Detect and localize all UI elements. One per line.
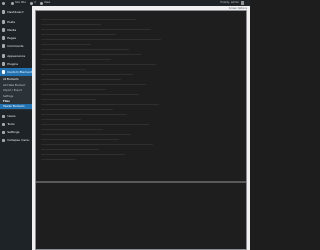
menu-label: Posts	[7, 19, 16, 24]
page-icon	[2, 36, 6, 40]
wrench-icon	[2, 122, 6, 127]
collapse-icon	[2, 138, 6, 143]
menu-item-dashboard[interactable]: Dashboard	[0, 8, 32, 16]
code-icon	[2, 70, 6, 74]
menu-label: Settings	[7, 129, 20, 134]
menu-item-posts[interactable]: Posts	[0, 18, 32, 26]
menu-label: Tools	[7, 121, 15, 126]
submenu-item-highlight[interactable]: Header Elements	[0, 103, 32, 110]
admin-sidebar: Dashboard Posts Media Pages Comments App…	[0, 6, 34, 250]
code-line	[41, 157, 241, 162]
home-icon	[10, 1, 14, 5]
code-editor[interactable]	[35, 10, 247, 250]
new-label: New	[44, 0, 51, 4]
submenu: All Elements Add New Element Import / Ex…	[0, 76, 32, 111]
menu-label: Media	[7, 27, 17, 32]
brush-icon	[2, 54, 6, 58]
editor-resize-divider[interactable]	[36, 181, 246, 183]
howdy-label: Howdy, admin	[220, 0, 239, 4]
comment-icon	[2, 44, 6, 48]
menu-label: Appearance	[7, 53, 26, 58]
avatar	[240, 1, 244, 5]
pin-icon	[2, 20, 6, 24]
users-icon	[2, 114, 6, 119]
menu-label: Dashboard	[7, 9, 24, 14]
wordpress-logo-icon	[2, 1, 5, 5]
updates-icon	[29, 1, 33, 5]
menu-item-collapse[interactable]: Collapse menu	[0, 136, 32, 144]
main-content: Screen Options	[32, 6, 250, 250]
settings-icon	[2, 130, 6, 135]
new-content-item[interactable]: New	[40, 0, 51, 5]
menu-item-pages[interactable]: Pages	[0, 34, 32, 42]
menu-item-appearance[interactable]: Appearance	[0, 52, 32, 60]
menu-item-settings[interactable]: Settings	[0, 128, 32, 136]
menu-label: Custom Elements	[7, 69, 34, 74]
menu-label: Collapse menu	[7, 137, 30, 142]
site-name-item[interactable]: Site title	[10, 0, 26, 5]
menu-item-plugins[interactable]: Plugins	[0, 60, 32, 68]
plus-icon	[40, 1, 44, 5]
wordpress-logo-item[interactable]	[2, 1, 7, 5]
menu-label: Users	[7, 113, 16, 118]
menu-item-comments[interactable]: Comments	[0, 42, 32, 50]
menu-item-media[interactable]: Media	[0, 26, 32, 34]
my-account-item[interactable]: Howdy, admin	[220, 1, 244, 5]
menu-item-tools[interactable]: Tools	[0, 120, 32, 128]
updates-count: 0	[34, 0, 37, 4]
updates-item[interactable]: 0	[29, 0, 37, 5]
menu-label: Plugins	[7, 61, 18, 66]
menu-label: Pages	[7, 35, 17, 40]
site-name: Site title	[15, 0, 26, 4]
code-lines	[41, 17, 241, 162]
menu-label: Comments	[7, 43, 24, 48]
plugin-icon	[2, 62, 6, 66]
dashboard-icon	[2, 10, 6, 14]
media-icon	[2, 28, 6, 32]
menu-item-users[interactable]: Users	[0, 112, 32, 120]
menu-item-custom-elements[interactable]: Custom Elements	[0, 68, 34, 76]
